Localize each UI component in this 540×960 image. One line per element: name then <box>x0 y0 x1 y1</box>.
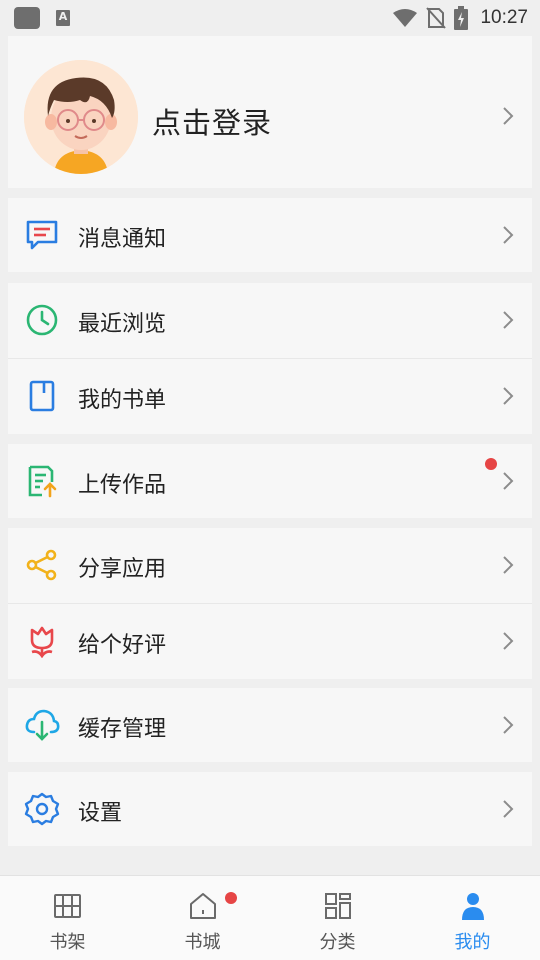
tab-label: 书架 <box>49 932 86 953</box>
app-icon <box>14 7 40 29</box>
login-label[interactable]: 点击登录 <box>152 100 272 142</box>
tab-bookshelf[interactable]: 书架 <box>0 876 135 960</box>
menu-group-social: 分享应用 给个好评 <box>8 528 532 679</box>
flower-icon <box>30 626 54 658</box>
wifi-icon <box>393 9 418 27</box>
menu-group-messages: 消息通知 <box>8 198 532 272</box>
tab-label: 我的 <box>454 932 491 953</box>
menu-item-upload[interactable]: 上传作品 <box>8 444 532 518</box>
menu-group-upload: 上传作品 <box>8 444 532 518</box>
menu-item-rate[interactable]: 给个好评 <box>8 604 532 678</box>
menu-group-reading: 最近浏览 我的书单 <box>8 283 532 434</box>
chevron-right-icon <box>503 800 514 818</box>
battery-charging-icon <box>454 6 469 30</box>
menu-group-settings: 设置 <box>8 772 532 846</box>
menu-label: 最近浏览 <box>78 312 167 337</box>
menu-item-messages[interactable]: 消息通知 <box>8 198 532 272</box>
tab-label: 书城 <box>184 932 221 953</box>
chevron-right-icon <box>503 226 514 244</box>
upload-doc-icon <box>28 465 57 498</box>
bottom-nav: 书架 书城 分类 我的 <box>0 875 540 960</box>
chevron-right-icon <box>503 107 514 125</box>
tab-label: 分类 <box>319 932 356 953</box>
menu-label: 我的书单 <box>78 388 167 413</box>
tab-category[interactable]: 分类 <box>270 876 405 960</box>
chevron-right-icon <box>503 632 514 650</box>
a-icon: A <box>56 10 70 26</box>
home-icon <box>189 893 216 919</box>
menu-label: 设置 <box>78 801 123 826</box>
tab-mine[interactable]: 我的 <box>405 876 540 960</box>
status-time: 10:27 <box>480 7 528 28</box>
menu-item-share[interactable]: 分享应用 <box>8 528 532 602</box>
menu-label: 给个好评 <box>78 633 167 658</box>
menu-item-booklist[interactable]: 我的书单 <box>8 359 532 433</box>
chevron-right-icon <box>503 311 514 329</box>
share-icon <box>26 549 57 581</box>
menu-label: 上传作品 <box>78 473 167 498</box>
profile-card[interactable]: 点击登录 <box>8 36 532 188</box>
menu-group-cache: 缓存管理 <box>8 688 532 762</box>
notification-badge <box>225 892 237 904</box>
gear-icon <box>24 792 60 826</box>
clock-icon <box>26 304 58 336</box>
cloud-download-icon <box>25 709 60 741</box>
bookshelf-icon <box>53 894 81 918</box>
book-icon <box>29 380 55 412</box>
menu-label: 消息通知 <box>78 227 167 252</box>
message-icon <box>26 220 58 250</box>
chevron-right-icon <box>503 716 514 734</box>
grid-icon <box>324 893 351 919</box>
person-icon <box>461 893 484 920</box>
menu-item-settings[interactable]: 设置 <box>8 772 532 846</box>
chevron-right-icon <box>503 387 514 405</box>
menu-label: 分享应用 <box>78 557 167 582</box>
no-sim-icon <box>426 7 447 29</box>
menu-label: 缓存管理 <box>78 717 167 742</box>
status-bar: A 10:27 <box>0 0 540 36</box>
chevron-right-icon <box>503 472 514 490</box>
tab-bookstore[interactable]: 书城 <box>135 876 270 960</box>
menu-item-cache[interactable]: 缓存管理 <box>8 688 532 762</box>
avatar[interactable] <box>24 60 138 174</box>
chevron-right-icon <box>503 556 514 574</box>
notification-badge <box>485 458 497 470</box>
menu-item-recent[interactable]: 最近浏览 <box>8 283 532 357</box>
